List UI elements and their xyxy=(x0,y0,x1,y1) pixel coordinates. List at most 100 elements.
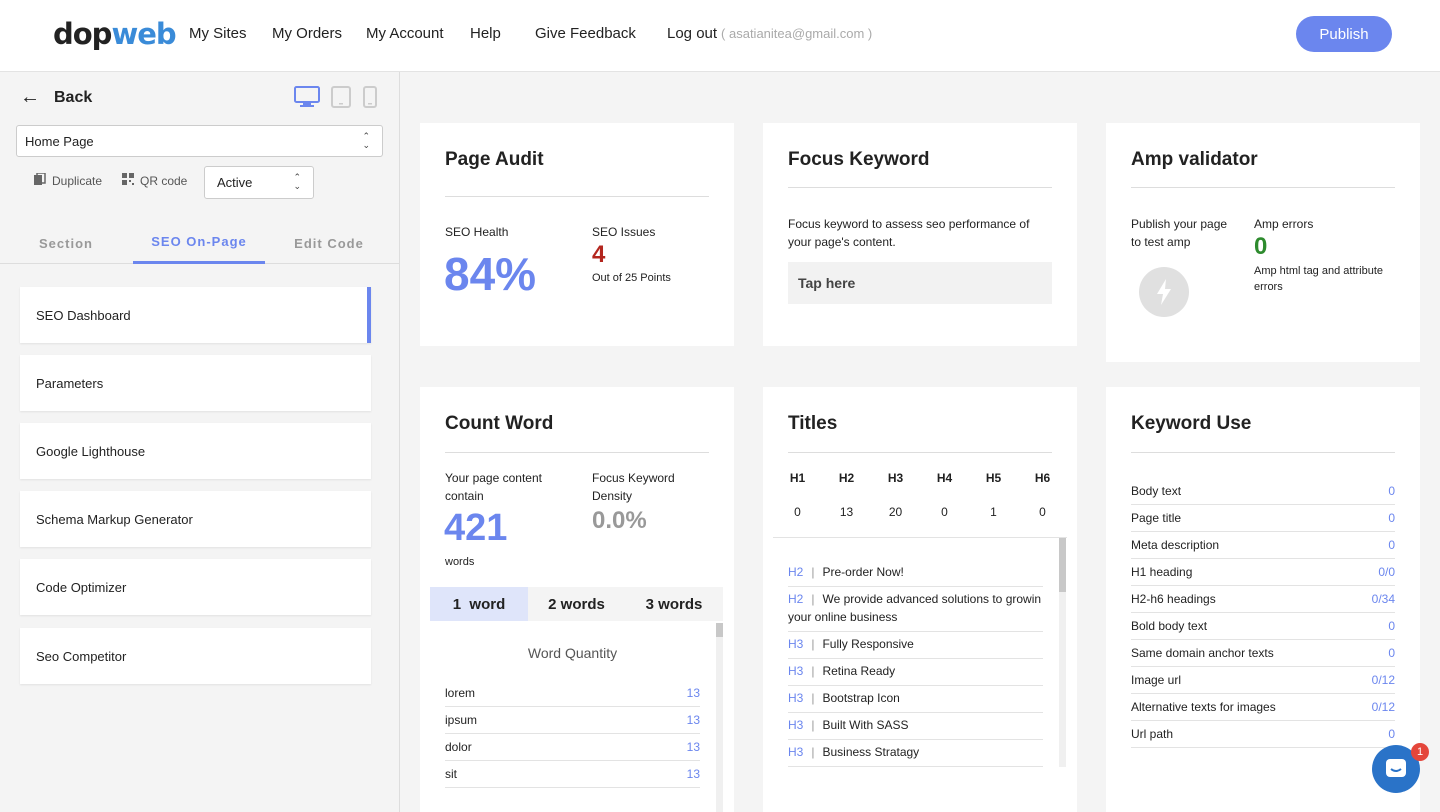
heading-text: Retina Ready xyxy=(822,664,896,678)
heading-text: Pre-order Now! xyxy=(822,565,904,579)
row-value: 0/0 xyxy=(1378,565,1395,579)
row-label: Bold body text xyxy=(1131,619,1208,633)
keyword-density-value: 0.0% xyxy=(592,507,647,534)
nav-my-account[interactable]: My Account xyxy=(366,0,444,66)
amp-errors-label: Amp errors xyxy=(1254,217,1314,231)
page-select-value: Home Page xyxy=(25,133,94,149)
nav-give-feedback[interactable]: Give Feedback xyxy=(535,0,636,66)
table-row: H2-h6 headings 0/34 xyxy=(1131,586,1395,613)
row-label: H1 heading xyxy=(1131,565,1193,579)
amp-validator-card: Amp validator Publish your page to test … xyxy=(1106,123,1420,362)
nav-help[interactable]: Help xyxy=(470,0,501,66)
row-value: 0 xyxy=(1388,484,1395,498)
scrollbar-thumb[interactable] xyxy=(1059,538,1066,592)
heading-label: H6 xyxy=(1034,471,1051,485)
focus-keyword-input[interactable]: Tap here xyxy=(788,262,1052,304)
logo-text-dop: dop xyxy=(53,17,112,51)
word-quantity-title: Word Quantity xyxy=(527,645,618,661)
count-cell: 13 xyxy=(686,686,700,700)
sidebar: ← Back Home Page ⌃ ⌄ Duplicate QR code Ac… xyxy=(0,72,400,812)
heading-tag: H2 xyxy=(788,592,804,606)
nav-my-orders[interactable]: My Orders xyxy=(272,0,342,66)
tab-seo-on-page[interactable]: SEO On-Page xyxy=(133,222,265,264)
table-row: Bold body text 0 xyxy=(1131,613,1395,640)
qr-code-button[interactable]: QR code xyxy=(122,173,187,188)
list-item: H3 | Retina Ready xyxy=(788,657,1043,686)
tab-2-words[interactable]: 2 words xyxy=(528,587,625,621)
tab-section[interactable]: Section xyxy=(0,222,132,264)
back-button[interactable]: ← Back xyxy=(20,86,92,109)
amp-publish-text: Publish your page to test amp xyxy=(1131,217,1228,249)
tablet-view-icon[interactable] xyxy=(331,86,351,113)
seo-issues-subtitle: Out of 25 Points xyxy=(592,272,671,284)
tab-1-word[interactable]: 1 word xyxy=(430,587,528,621)
chevron-updown-icon: ⌃ ⌄ xyxy=(293,172,301,191)
chat-icon xyxy=(1386,759,1406,777)
heading-count: 0 xyxy=(941,505,948,519)
scrollbar-thumb[interactable] xyxy=(716,623,723,637)
list-item: H2 | We provide advanced solutions to grow… xyxy=(788,585,1043,632)
table-row: Page title 0 xyxy=(1131,505,1395,532)
sidebar-item-seo-dashboard[interactable]: SEO Dashboard xyxy=(20,287,371,343)
amp-errors-value: 0 xyxy=(1254,233,1268,260)
keyword-use-card: Keyword Use Body text 0 Page title 0 Meta … xyxy=(1106,387,1420,812)
tab-edit-code[interactable]: Edit Code xyxy=(265,222,393,264)
table-row: Body text 0 xyxy=(1131,478,1395,505)
page-select[interactable]: Home Page ⌃ ⌄ xyxy=(16,125,383,157)
row-label: Url path xyxy=(1131,727,1174,741)
scrollbar[interactable] xyxy=(1059,538,1066,767)
row-value: 0 xyxy=(1388,727,1395,741)
separator: | xyxy=(811,745,815,759)
logo-text-web: web xyxy=(111,17,176,51)
divider xyxy=(788,187,1052,188)
divider xyxy=(445,196,709,197)
table-row: ipsum 13 xyxy=(445,707,700,734)
sidebar-item-google-lighthouse[interactable]: Google Lighthouse xyxy=(20,423,371,479)
sidebar-item-schema-markup[interactable]: Schema Markup Generator xyxy=(20,491,371,547)
heading-tag: H2 xyxy=(788,565,804,579)
chevron-updown-icon: ⌃ ⌄ xyxy=(362,131,370,150)
logout-link[interactable]: Log out ( asatianitea@gmail.com ) xyxy=(667,0,872,66)
page-audit-title: Page Audit xyxy=(445,149,544,170)
duplicate-button[interactable]: Duplicate xyxy=(34,172,102,189)
tab-3-words[interactable]: 3 words xyxy=(625,587,723,621)
seo-issues-label: SEO Issues xyxy=(592,225,656,239)
heading-text: Built With SASS xyxy=(822,718,909,732)
heading-text: Fully Responsive xyxy=(822,637,914,651)
content-contain-label: Your page content contain xyxy=(445,471,542,503)
heading-tag: H3 xyxy=(788,637,804,651)
list-item: H2 | Pre-order Now! xyxy=(788,558,1043,587)
row-value: 0/34 xyxy=(1371,592,1395,606)
desktop-view-icon[interactable] xyxy=(294,86,320,113)
heading-text: We provide advanced solutions to growin … xyxy=(788,592,1042,624)
back-label: Back xyxy=(54,88,93,106)
separator: | xyxy=(811,592,815,606)
table-row: H1 heading 0/0 xyxy=(1131,559,1395,586)
count-cell: 13 xyxy=(686,713,700,727)
word-cell: lorem xyxy=(445,686,476,700)
divider xyxy=(445,452,709,453)
arrow-left-icon: ← xyxy=(20,86,40,108)
dopweb-logo[interactable]: dop web xyxy=(53,16,177,52)
status-select[interactable]: Active ⌃ ⌄ xyxy=(204,166,314,199)
publish-button[interactable]: Publish xyxy=(1296,16,1392,52)
mobile-view-icon[interactable] xyxy=(363,86,377,113)
row-label: Meta description xyxy=(1131,538,1220,552)
row-value: 0/12 xyxy=(1371,700,1395,714)
heading-text: Bootstrap Icon xyxy=(822,691,900,705)
heading-tag: H3 xyxy=(788,691,804,705)
heading-label: H2 xyxy=(838,471,855,485)
heading-count: 20 xyxy=(888,505,903,519)
word-tabs: 1 word 2 words 3 words xyxy=(430,587,723,621)
keyword-use-title: Keyword Use xyxy=(1131,413,1252,434)
focus-keyword-title: Focus Keyword xyxy=(788,149,930,170)
count-word-title: Count Word xyxy=(445,413,554,434)
top-bar: dop web My Sites My Orders My Account Hel… xyxy=(0,0,1440,72)
sidebar-item-code-optimizer[interactable]: Code Optimizer xyxy=(20,559,371,615)
sidebar-item-parameters[interactable]: Parameters xyxy=(20,355,371,411)
nav-my-sites[interactable]: My Sites xyxy=(189,0,247,66)
scrollbar[interactable] xyxy=(716,623,723,812)
separator: | xyxy=(811,565,815,579)
sidebar-item-seo-competitor[interactable]: Seo Competitor xyxy=(20,628,371,684)
heading-label: H5 xyxy=(985,471,1002,485)
